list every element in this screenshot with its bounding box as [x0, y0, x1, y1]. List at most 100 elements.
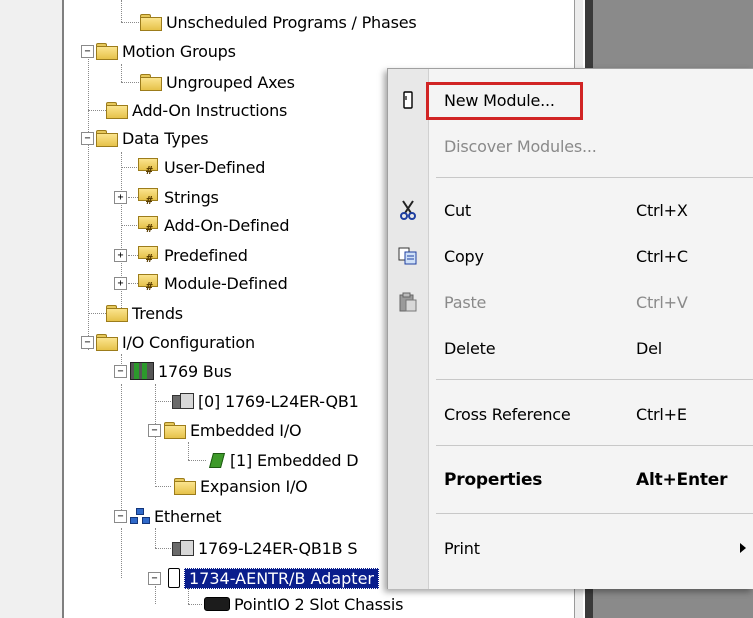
tree-item-label: Expansion I/O [200, 476, 308, 496]
menu-item-label: Discover Modules... [444, 136, 597, 156]
data-type-folder-icon: # [138, 188, 160, 207]
submenu-arrow-icon [740, 543, 746, 553]
tree-item-1734-adapter[interactable]: 1734-AENTR/B Adapter [168, 565, 379, 591]
folder-icon [174, 478, 196, 495]
tree-item-predefined[interactable]: # Predefined [138, 242, 248, 268]
menu-item-label: Properties [444, 470, 543, 490]
folder-icon [140, 14, 162, 31]
data-type-folder-icon: # [138, 216, 160, 235]
data-type-folder-icon: # [138, 274, 160, 293]
tree-item-label: Ethernet [154, 506, 222, 526]
collapse-icon[interactable]: − [81, 132, 94, 145]
tree-item-io-configuration[interactable]: I/O Configuration [96, 329, 255, 355]
bus-icon [130, 362, 154, 380]
tree-left-margin [0, 0, 64, 618]
embedded-io-module-icon [208, 452, 226, 468]
tree-item-ethernet-controller[interactable]: 1769-L24ER-QB1B S [172, 535, 357, 561]
tree-line [121, 528, 122, 578]
folder-open-icon [96, 130, 118, 147]
tree-item-label: Module-Defined [164, 273, 288, 293]
folder-open-icon [164, 422, 186, 439]
tree-line [155, 528, 156, 548]
tree-item-add-on-defined[interactable]: # Add-On-Defined [138, 212, 289, 238]
collapse-icon[interactable]: − [148, 572, 161, 585]
copy-icon [398, 246, 418, 266]
tree-item-module-defined[interactable]: # Module-Defined [138, 270, 288, 296]
collapse-icon[interactable]: − [81, 336, 94, 349]
adapter-icon [168, 568, 180, 588]
tree-item-embedded-io[interactable]: Embedded I/O [164, 417, 302, 443]
tree-item-label: I/O Configuration [122, 332, 255, 352]
expand-icon[interactable]: + [114, 191, 127, 204]
tree-item-data-types[interactable]: Data Types [96, 125, 209, 151]
context-menu: New Module... Discover Modules... Cut Ct… [387, 68, 753, 589]
folder-open-icon [96, 334, 118, 351]
collapse-icon[interactable]: − [148, 424, 161, 437]
tree-item-ethernet[interactable]: Ethernet [130, 503, 222, 529]
tree-item-label: Motion Groups [122, 41, 236, 61]
tree-item-label: Add-On Instructions [132, 100, 288, 120]
paste-icon [398, 292, 418, 312]
menu-item-shortcut: Ctrl+V [636, 292, 688, 312]
tree-item-label: PointIO 2 Slot Chassis [234, 594, 404, 614]
menu-item-print[interactable]: Print [388, 533, 753, 563]
tree-item-label: Data Types [122, 128, 209, 148]
tree-item-label: 1769 Bus [158, 361, 232, 381]
module-icon [172, 540, 194, 556]
chassis-icon [204, 597, 230, 611]
expand-icon[interactable]: + [114, 249, 127, 262]
tree-item-label: Trends [132, 303, 183, 323]
menu-item-label: Cross Reference [444, 404, 571, 424]
tree-item-embedded-discrete[interactable]: [1] Embedded D [208, 447, 359, 473]
tree-line [121, 0, 122, 22]
collapse-icon[interactable]: − [114, 510, 127, 523]
tree-item-label: 1769-L24ER-QB1B S [198, 538, 358, 558]
menu-item-shortcut: Alt+Enter [636, 470, 728, 490]
menu-item-label: Paste [444, 292, 487, 312]
menu-item-properties[interactable]: Properties Alt+Enter [388, 465, 753, 495]
menu-item-discover-modules[interactable]: Discover Modules... [388, 131, 753, 161]
tree-item-ungrouped-axes[interactable]: Ungrouped Axes [140, 69, 295, 95]
tree-line [121, 354, 122, 364]
tree-line [121, 384, 122, 520]
tree-item-controller-module[interactable]: [0] 1769-L24ER-QB1 [172, 388, 359, 414]
tree-item-label: Unscheduled Programs / Phases [166, 12, 417, 32]
folder-open-icon [96, 43, 118, 60]
menu-item-cross-reference[interactable]: Cross Reference Ctrl+E [388, 399, 753, 429]
menu-item-label: Print [444, 538, 480, 558]
menu-item-delete[interactable]: Delete Del [388, 333, 753, 363]
collapse-icon[interactable]: − [114, 365, 127, 378]
tree-item-pointio-chassis[interactable]: PointIO 2 Slot Chassis [204, 591, 404, 617]
menu-separator [436, 445, 753, 446]
menu-item-shortcut: Del [636, 338, 663, 358]
menu-item-cut[interactable]: Cut Ctrl+X [388, 195, 753, 225]
collapse-icon[interactable]: − [81, 45, 94, 58]
menu-item-copy[interactable]: Copy Ctrl+C [388, 241, 753, 271]
tree-item-label: Strings [164, 187, 219, 207]
tree-line [121, 64, 122, 82]
expand-icon[interactable]: + [114, 277, 127, 290]
tree-item-label: Add-On-Defined [164, 215, 290, 235]
tree-item-user-defined[interactable]: # User-Defined [138, 154, 265, 180]
tree-item-label: [0] 1769-L24ER-QB1 [198, 391, 359, 411]
tree-item-add-on-instructions[interactable]: Add-On Instructions [106, 97, 287, 123]
module-icon [172, 393, 194, 409]
folder-icon [106, 305, 128, 322]
menu-item-paste[interactable]: Paste Ctrl+V [388, 287, 753, 317]
tree-item-label: Predefined [164, 245, 248, 265]
menu-item-shortcut: Ctrl+E [636, 404, 687, 424]
tree-item-1769-bus[interactable]: 1769 Bus [130, 358, 232, 384]
highlight-callout [426, 82, 583, 120]
tree-item-trends[interactable]: Trends [106, 300, 183, 326]
tree-item-expansion-io[interactable]: Expansion I/O [174, 473, 308, 499]
tree-item-label: [1] Embedded D [230, 450, 359, 470]
tree-item-strings[interactable]: # Strings [138, 184, 219, 210]
tree-line [88, 50, 89, 350]
tree-item-motion-groups[interactable]: Motion Groups [96, 38, 236, 64]
menu-item-label: Cut [444, 200, 471, 220]
tree-line [155, 586, 156, 604]
folder-icon [140, 74, 162, 91]
scissors-icon [398, 200, 418, 220]
menu-item-label: Copy [444, 246, 484, 266]
tree-item-unscheduled-programs[interactable]: Unscheduled Programs / Phases [140, 9, 417, 35]
